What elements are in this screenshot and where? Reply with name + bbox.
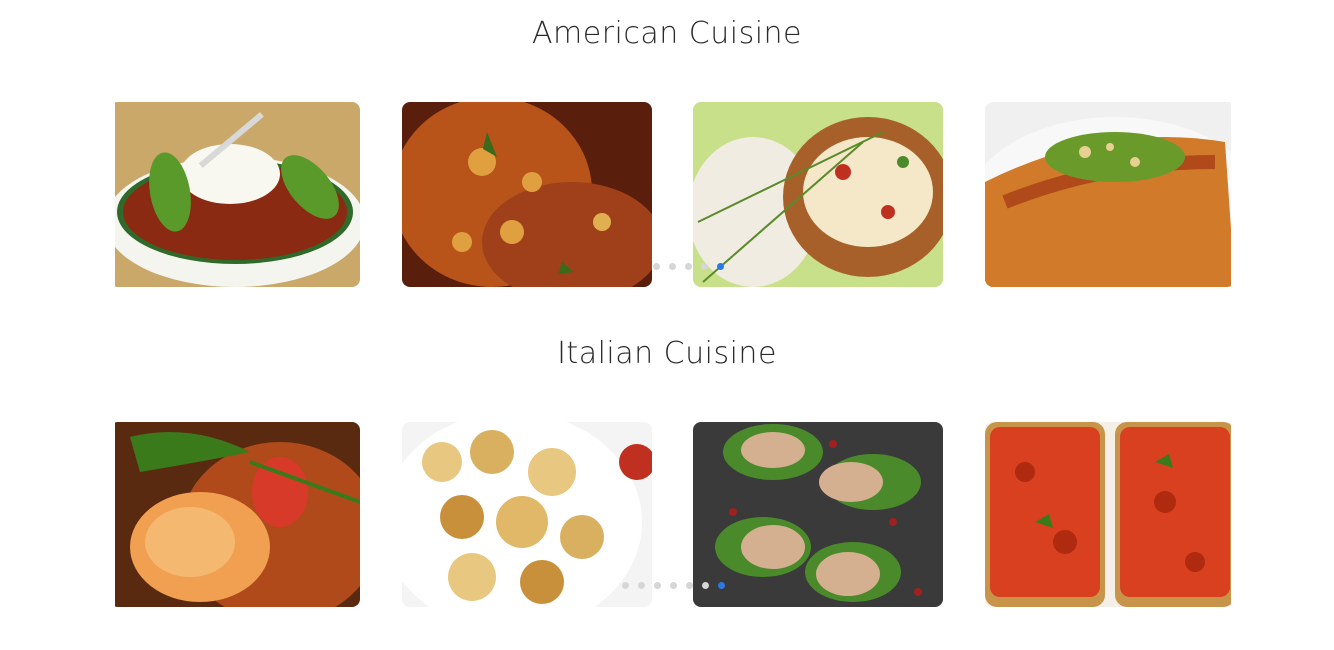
mushroom-toast-image [693,422,943,607]
carousel-dot[interactable] [653,263,660,270]
food-card[interactable] [115,102,360,287]
fried-bites-image [402,422,652,607]
food-card[interactable] [985,422,1231,607]
carousel-dot-active[interactable] [718,582,725,589]
food-card[interactable] [693,102,943,287]
carousel-pagination [622,582,725,589]
shrimp-dish-image [115,422,360,607]
carousel-dot[interactable] [701,263,708,270]
carousel-dot[interactable] [622,582,629,589]
carousel-dot-active[interactable] [717,263,724,270]
carousel-dot[interactable] [669,263,676,270]
food-card[interactable] [693,422,943,607]
carousel[interactable] [115,422,1231,607]
food-card[interactable] [402,422,652,607]
bruschetta-image [985,422,1231,607]
section-title: American Cuisine [531,16,803,51]
glazed-salmon-image [985,102,1231,287]
food-card[interactable] [115,422,360,607]
food-card[interactable] [402,102,652,287]
chili-bowl-image [115,102,360,287]
carousel-dot[interactable] [686,582,693,589]
orzo-stew-image [402,102,652,287]
carousel-dot[interactable] [685,263,692,270]
carousel[interactable] [115,102,1231,287]
section-title: Italian Cuisine [557,336,777,371]
carousel-dot[interactable] [702,582,709,589]
carousel-dot[interactable] [670,582,677,589]
carousel-dot[interactable] [638,582,645,589]
food-card[interactable] [985,102,1231,287]
cheesy-casserole-image [693,102,943,287]
carousel-pagination [653,263,724,270]
carousel-dot[interactable] [654,582,661,589]
